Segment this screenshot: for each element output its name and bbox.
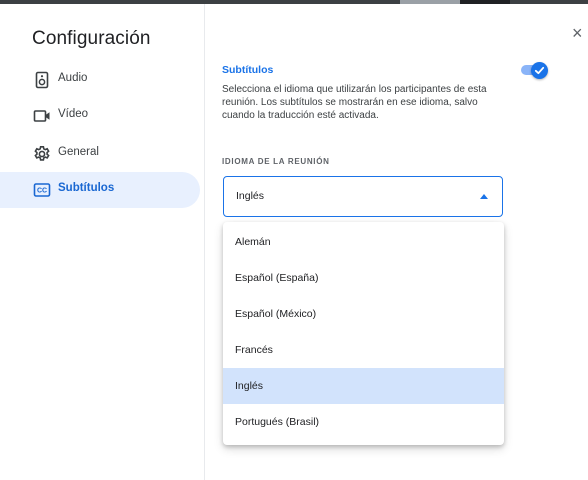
option-label: Español (España) (235, 272, 319, 284)
dialog-title: Configuración (32, 28, 151, 49)
sidebar-item-video[interactable]: Vídeo (0, 98, 200, 134)
captions-description: Selecciona el idioma que utilizarán los … (222, 84, 487, 121)
panel-divider (204, 4, 205, 480)
section-title: Subtítulos (222, 64, 274, 76)
option-label: Francés (235, 344, 273, 356)
language-option[interactable]: Portugués (Brasil) (223, 404, 504, 440)
checkmark-icon (534, 66, 545, 75)
option-label: Alemán (235, 236, 271, 248)
closed-captions-icon: CC (33, 181, 51, 199)
language-option-selected[interactable]: Inglés (223, 368, 504, 404)
option-label: Portugués (Brasil) (235, 416, 320, 428)
toggle-thumb (531, 62, 548, 79)
gear-icon (33, 145, 51, 163)
language-field-label: IDIOMA DE LA REUNIÓN (222, 157, 330, 166)
option-label: Inglés (235, 380, 264, 392)
video-camera-icon (33, 107, 51, 125)
language-dropdown-menu: Alemán Español (España) Español (México)… (223, 222, 504, 445)
sidebar-item-label: General (58, 146, 99, 158)
svg-text:CC: CC (37, 188, 47, 195)
sidebar-item-audio[interactable]: Audio (0, 62, 200, 98)
sidebar-item-label: Subtítulos (58, 182, 115, 194)
captions-toggle[interactable] (519, 62, 549, 79)
selected-language-value: Inglés (236, 190, 265, 202)
sidebar-item-subtitulos[interactable]: CC Subtítulos (0, 172, 200, 208)
speaker-icon (33, 71, 51, 89)
language-option[interactable]: Español (México) (223, 296, 504, 332)
sidebar-item-general[interactable]: General (0, 136, 200, 172)
sidebar-item-label: Audio (58, 72, 88, 84)
option-label: Español (México) (235, 308, 317, 320)
meeting-language-select[interactable]: Inglés (223, 176, 503, 217)
sidebar-item-label: Vídeo (58, 108, 89, 120)
language-option[interactable]: Alemán (223, 224, 504, 260)
language-option[interactable]: Francés (223, 332, 504, 368)
top-strip-segment (400, 0, 460, 4)
dropdown-arrow-up-icon (480, 194, 488, 199)
top-strip-segment (460, 0, 510, 4)
top-window-strip (0, 0, 588, 4)
language-option[interactable]: Español (España) (223, 260, 504, 296)
close-button[interactable]: × (572, 24, 588, 42)
